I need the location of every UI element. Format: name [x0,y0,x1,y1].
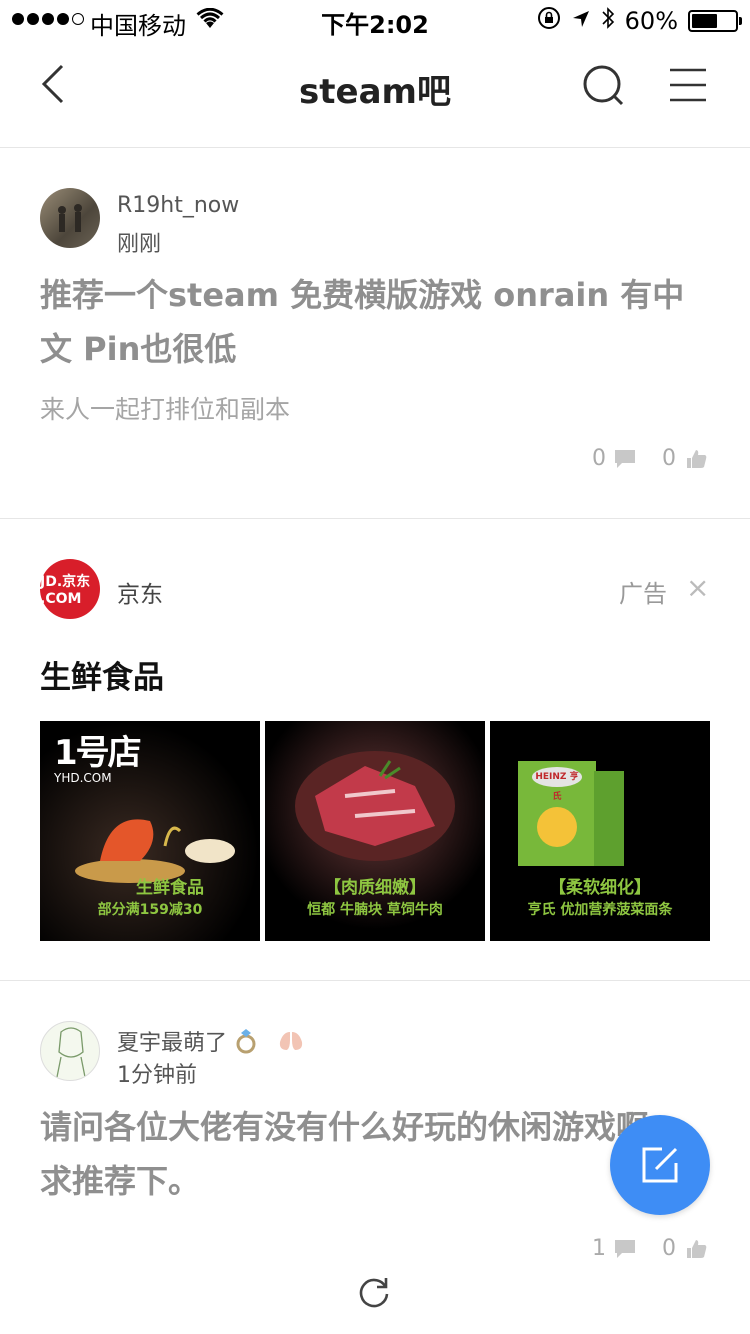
ad-caption-sub: 部分满159减30 [97,902,203,918]
beef-image [295,751,455,861]
comment-count-value: 0 [592,446,606,471]
load-more-bar [0,1258,750,1334]
battery-icon [688,10,742,32]
post-time: 刚刚 [117,232,162,257]
username: 夏宇最萌了 [117,1031,228,1056]
ad-caption: 【肉质细嫩】 [324,878,426,898]
post-title[interactable]: 推荐一个steam 免费横版游戏 onrain 有中文 Pin也很低 [40,268,710,376]
bluetooth-icon [601,6,615,36]
menu-icon[interactable] [668,66,708,104]
heinz-logo: HEINZ 亨氏 [532,767,582,802]
close-icon[interactable]: × [686,574,709,602]
product-box-side [594,771,624,866]
comment-icon [615,449,635,468]
ad-caption: 生鲜食品 [136,878,204,898]
like-count[interactable]: 0 [662,446,708,471]
divider [0,980,750,981]
battery-percent: 60% [624,7,678,35]
divider [0,518,750,519]
ad-image-2[interactable]: 【肉质细嫩】 恒都 牛腩块 草饲牛肉 [265,721,485,941]
location-icon [571,7,591,35]
like-icon [687,449,707,468]
comment-icon [615,1239,635,1258]
ad-label: 广告 [619,580,667,608]
search-icon[interactable] [580,62,628,110]
ad-caption: 【柔软细化】 [549,878,651,898]
post-excerpt: 来人一起打排位和副本 [40,395,291,424]
page-title: steam吧 [299,72,451,112]
ring-icon [234,1028,260,1060]
brand-domain: YHD.COM [54,771,112,785]
lungs-icon [277,1028,305,1060]
username-row[interactable]: 夏宇最萌了 [117,1025,305,1060]
comment-count[interactable]: 0 [592,446,636,471]
advertiser-logo: JD.京东 .COM [40,559,100,619]
avatar[interactable] [40,188,100,248]
orientation-lock-icon [537,6,561,36]
like-icon [687,1239,707,1258]
post-stats: 0 0 [592,446,708,471]
ad-image-1[interactable]: 1号店 YHD.COM 生鲜食品 部分满159减30 [40,721,260,941]
ad-caption-sub: 恒都 牛腩块 草饲牛肉 [307,902,443,918]
navigation-bar: steam吧 [0,40,750,148]
compose-button[interactable] [610,1115,710,1215]
brand-logo: 1号店 YHD.COM [54,733,142,785]
product-box: HEINZ 亨氏 [518,761,596,866]
edit-icon [642,1147,678,1183]
advertiser-name[interactable]: 京东 [117,575,163,609]
ad-headline[interactable]: 生鲜食品 [40,652,164,697]
refresh-icon[interactable] [357,1274,391,1308]
brand-name: 1号店 [54,733,142,773]
username[interactable]: R19ht_now [117,193,239,218]
giraffe-image [537,807,577,847]
avatar[interactable] [40,1021,100,1081]
like-count-value: 0 [662,446,676,471]
ad-caption-sub: 亨氏 优加营养菠菜面条 [527,902,673,918]
status-bar: 中国移动 下午2:02 60% [0,0,750,40]
post-title[interactable]: 请问各位大佬有没有什么好玩的休闲游戏啊，求推荐下。 [40,1100,710,1208]
ad-image-3[interactable]: HEINZ 亨氏 【柔软细化】 亨氏 优加营养菠菜面条 [490,721,710,941]
post-time: 1分钟前 [117,1063,197,1088]
